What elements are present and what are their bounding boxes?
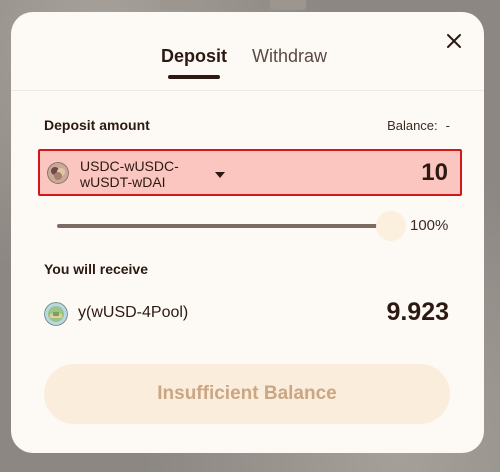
insufficient-balance-button[interactable]: Insufficient Balance — [44, 364, 450, 424]
tabs-divider — [11, 90, 484, 91]
close-icon — [447, 34, 461, 48]
percent-slider-track[interactable] — [57, 224, 391, 228]
backdrop-text — [270, 0, 306, 10]
backdrop-text — [160, 0, 200, 10]
close-button[interactable] — [440, 27, 468, 55]
tab-deposit[interactable]: Deposit — [161, 46, 227, 67]
receive-token-name: y(wUSD-4Pool) — [78, 304, 189, 321]
slider-percent-label: 100% — [410, 217, 449, 234]
balance-value: - — [445, 118, 450, 133]
deposit-amount-field[interactable]: USDC-wUSDC- wUSDT-wDAI 10 — [38, 149, 462, 196]
receive-amount: 9.923 — [386, 298, 449, 326]
percent-slider-thumb[interactable] — [376, 211, 406, 241]
token-name-line-2: wUSDT-wDAI — [80, 174, 166, 190]
active-tab-indicator — [168, 75, 220, 79]
caret-down-icon[interactable] — [214, 171, 226, 179]
balance-display: Balance: - — [387, 118, 450, 133]
token-name-line-1: USDC-wUSDC- — [80, 158, 179, 174]
deposit-amount-input[interactable]: 10 — [421, 159, 448, 187]
balance-label: Balance: — [387, 118, 438, 133]
tab-withdraw[interactable]: Withdraw — [252, 46, 327, 67]
deposit-amount-label: Deposit amount — [44, 117, 150, 133]
yield-pool-icon — [44, 302, 68, 326]
stablecoin-pool-icon — [47, 162, 69, 184]
receive-label: You will receive — [44, 261, 149, 277]
deposit-token-name[interactable]: USDC-wUSDC- wUSDT-wDAI — [80, 158, 200, 190]
